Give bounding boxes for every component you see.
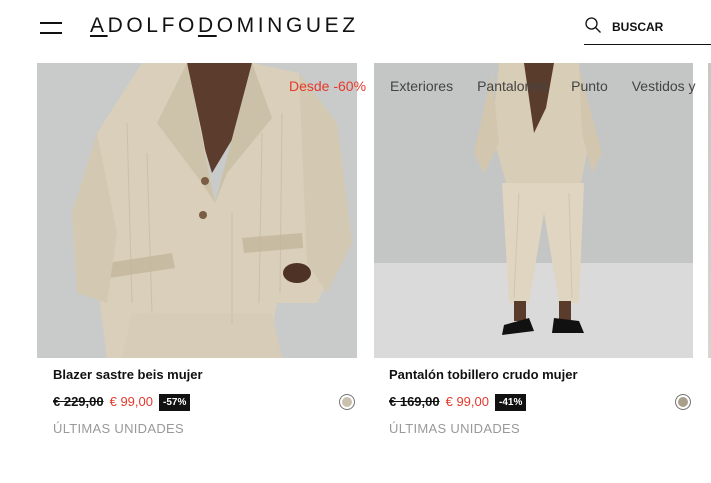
header: ADOLFODOMINGUEZ [0,0,711,60]
menu-icon[interactable] [40,20,62,36]
filter-chip-pantalones[interactable]: Pantalones [477,78,547,94]
old-price: € 229,00 [53,394,104,409]
discount-badge: -57% [158,394,191,411]
sale-price: € 99,00 [445,394,489,409]
price-row: € 169,00 € 99,00 -41% [389,394,527,414]
search-input[interactable] [612,17,707,37]
old-price: € 169,00 [389,394,440,409]
price-row: € 229,00 € 99,00 -57% [53,394,191,414]
stock-status: ÚLTIMAS UNIDADES [389,421,520,436]
pantalon-photo [374,63,693,358]
brand-logo[interactable]: ADOLFODOMINGUEZ [90,14,359,38]
color-swatch[interactable] [339,394,355,410]
product-image-blazer[interactable] [37,63,357,358]
color-swatch[interactable] [675,394,691,410]
product-name[interactable]: Pantalón tobillero crudo mujer [389,367,578,382]
filter-chip-punto[interactable]: Punto [571,78,608,94]
filter-chip-sale[interactable]: Desde -60% [289,78,366,94]
filter-chip-exteriores[interactable]: Exteriores [390,78,453,94]
search-box[interactable] [584,14,711,45]
category-filter-bar: Desde -60% Exteriores Pantalones Punto Vesti… [289,78,711,94]
filter-chip-vestidos[interactable]: Vestidos y [632,78,696,94]
search-icon[interactable] [584,16,602,34]
discount-badge: -41% [494,394,527,411]
stock-status: ÚLTIMAS UNIDADES [53,421,184,436]
sale-price: € 99,00 [109,394,153,409]
product-image-pantalon[interactable] [374,63,693,358]
blazer-photo [37,63,357,358]
product-name[interactable]: Blazer sastre beis mujer [53,367,203,382]
page: ADOLFODOMINGUEZ BUSCAR Desde -60% Exteri… [0,0,711,483]
